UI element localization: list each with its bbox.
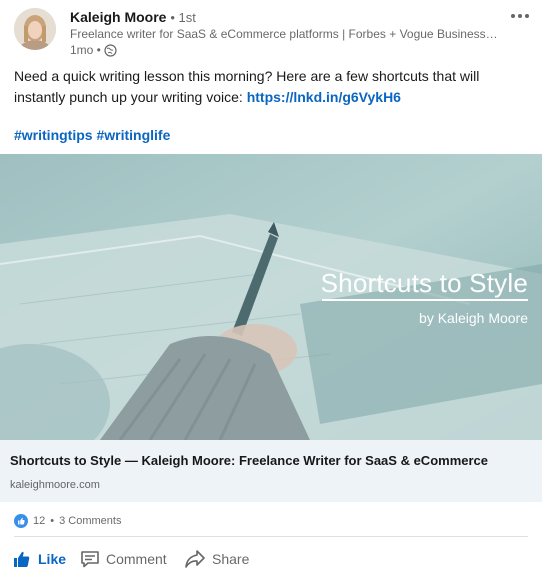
image-byline: by Kaleigh Moore [419, 310, 528, 326]
globe-icon [104, 43, 117, 57]
social-counts: 12 • 3 Comments [14, 514, 121, 528]
image-divider [322, 299, 528, 301]
like-button[interactable]: Like [12, 546, 66, 572]
image-title: Shortcuts to Style [320, 268, 528, 298]
connection-degree: • 1st [170, 10, 196, 25]
reaction-count[interactable]: 12 [33, 515, 45, 527]
feed-post: Kaleigh Moore • 1st Freelance writer for… [0, 0, 542, 578]
more-dot [518, 14, 522, 18]
post-meta: 1mo • [70, 43, 117, 57]
post-time: 1mo • [70, 43, 101, 57]
comment-count[interactable]: 3 Comments [59, 515, 121, 527]
comment-label: Comment [106, 551, 167, 567]
thumbs-up-icon [12, 549, 32, 569]
more-dot [525, 14, 529, 18]
more-horizontal-icon [511, 14, 515, 18]
hashtag-writingtips[interactable]: #writingtips [14, 127, 93, 143]
post-text: Need a quick writing lesson this morning… [14, 66, 514, 108]
preview-title[interactable]: Shortcuts to Style — Kaleigh Moore: Free… [10, 453, 488, 468]
preview-domain: kaleighmoore.com [10, 479, 100, 491]
author-name[interactable]: Kaleigh Moore [70, 9, 166, 25]
actions-divider [14, 536, 528, 537]
comment-icon [80, 549, 100, 569]
share-arrow-icon [184, 549, 206, 569]
hashtag-writinglife[interactable]: #writinglife [96, 127, 170, 143]
like-reaction-icon [14, 514, 28, 528]
article-image[interactable]: Shortcuts to Style by Kaleigh Moore [0, 154, 542, 440]
more-options-button[interactable] [506, 6, 534, 26]
like-label: Like [38, 551, 67, 567]
author-name-line: Kaleigh Moore • 1st [70, 9, 196, 25]
share-button[interactable]: Share [184, 546, 249, 572]
author-avatar[interactable] [14, 8, 56, 50]
count-separator: • [50, 515, 55, 527]
post-link[interactable]: https://lnkd.in/g6VykH6 [247, 89, 401, 105]
author-headline: Freelance writer for SaaS & eCommerce pl… [70, 27, 500, 41]
link-preview[interactable]: Shortcuts to Style — Kaleigh Moore: Free… [0, 440, 542, 502]
hashtags: #writingtips #writinglife [14, 125, 170, 145]
comment-button[interactable]: Comment [80, 546, 167, 572]
share-label: Share [212, 551, 250, 567]
